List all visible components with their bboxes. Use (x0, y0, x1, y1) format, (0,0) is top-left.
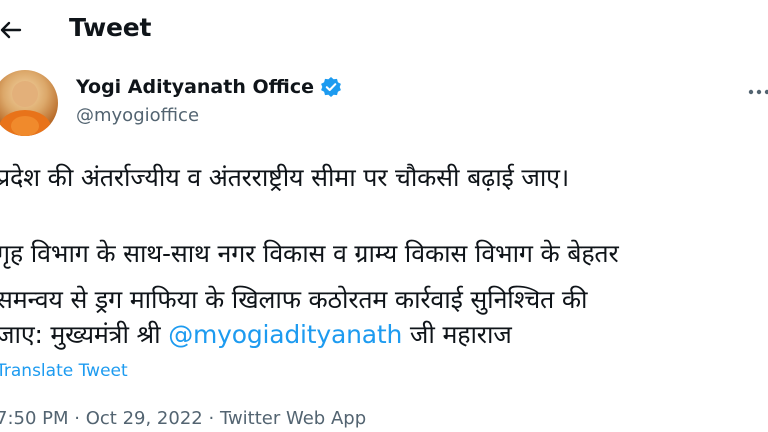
tweet-text-line: प्रदेश की अंतर्राज्यीय व अंतरराष्ट्रीय स… (0, 163, 570, 192)
tweet-text-line: समन्वय से ड्रग माफिया के खिलाफ कठोरतम का… (0, 285, 588, 314)
tweet-header: Tweet (0, 0, 768, 62)
verified-badge-icon (321, 77, 341, 97)
more-options-button[interactable] (744, 80, 768, 104)
tweet-text-line: गृह विभाग के साथ-साथ नगर विकास व ग्राम्य… (0, 239, 619, 268)
meta-separator: · (208, 408, 215, 429)
more-horizontal-icon (748, 89, 768, 95)
tweet-source[interactable]: Twitter Web App (220, 408, 366, 429)
back-button[interactable] (0, 15, 26, 45)
translate-tweet-link[interactable]: Translate Tweet (0, 361, 128, 381)
tweet-author: Yogi Adityanath Office @myogioffice (0, 70, 768, 140)
mention-link[interactable]: @myogiadityanath (168, 320, 402, 349)
tweet-meta: 7:50 PM · Oct 29, 2022 · Twitter Web App (0, 408, 366, 429)
avatar-image (0, 81, 51, 136)
author-name-text: Yogi Adityanath Office (76, 76, 314, 98)
author-handle[interactable]: @myogioffice (76, 105, 199, 126)
tweet-date[interactable]: Oct 29, 2022 (86, 408, 203, 429)
author-name[interactable]: Yogi Adityanath Office (76, 76, 342, 98)
tweet-text-line-with-mention: जाए: मुख्यमंत्री श्री @myogiadityanath ज… (0, 318, 512, 352)
meta-separator: · (74, 408, 80, 429)
avatar[interactable] (0, 70, 58, 136)
tweet-text: जी महाराज (409, 320, 512, 349)
tweet-text: जाए: मुख्यमंत्री श्री (0, 320, 161, 349)
arrow-left-icon (0, 21, 22, 39)
tweet-time[interactable]: 7:50 PM (0, 408, 69, 429)
page-title: Tweet (69, 13, 152, 42)
